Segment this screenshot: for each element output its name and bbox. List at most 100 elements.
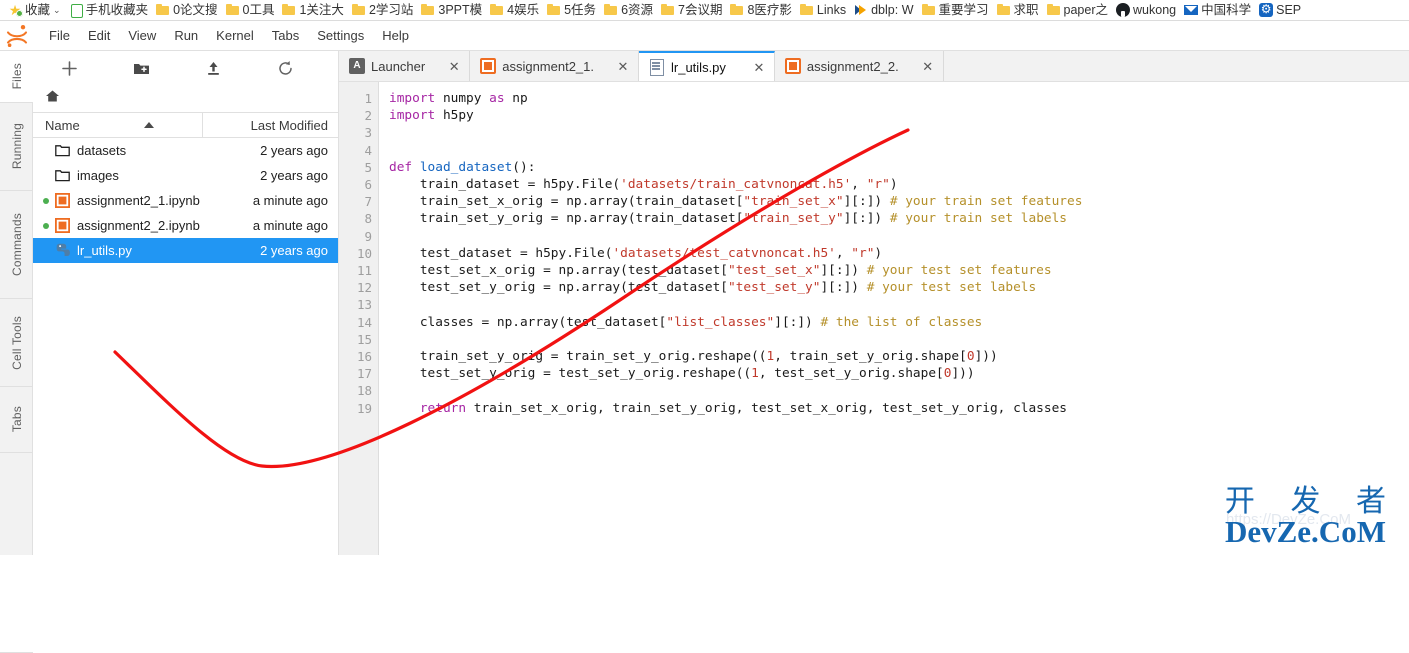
line-number: 18 <box>339 382 372 399</box>
bookmark-item[interactable]: 求职 <box>993 1 1043 20</box>
bookmark-label: 4娱乐 <box>507 1 539 20</box>
folder-icon <box>490 3 504 17</box>
bookmark-item[interactable]: 7会议期 <box>657 1 726 20</box>
menu-view[interactable]: View <box>119 21 165 51</box>
code-line <box>389 382 1409 399</box>
jupyterlab-menu-bar: FileEditViewRunKernelTabsSettingsHelp <box>0 21 1409 51</box>
bookmark-item[interactable]: dblp: W <box>850 1 917 20</box>
launcher-icon <box>349 58 365 74</box>
code-line: train_set_y_orig = np.array(train_datase… <box>389 210 1409 227</box>
home-icon[interactable] <box>45 89 60 108</box>
gear-icon <box>1259 3 1273 17</box>
code-line: train_dataset = h5py.File('datasets/trai… <box>389 176 1409 193</box>
new-folder-icon[interactable] <box>105 53 177 83</box>
column-header-name-label: Name <box>45 113 80 138</box>
code-editor[interactable]: 12345678910111213141516171819 import num… <box>339 82 1409 555</box>
bookmark-item[interactable]: 收藏⌄ <box>4 1 65 20</box>
close-icon[interactable]: ✕ <box>921 60 935 73</box>
bookmark-label: wukong <box>1133 1 1176 20</box>
bookmark-label: paper之 <box>1064 1 1108 20</box>
line-number: 16 <box>339 348 372 365</box>
code-token: "list_classes" <box>666 315 774 330</box>
bookmark-item[interactable]: 2学习站 <box>348 1 417 20</box>
sidebar-tab-files[interactable]: Files <box>0 51 33 103</box>
bookmark-label: 求职 <box>1014 1 1039 20</box>
folder-icon <box>352 3 366 17</box>
bookmark-item[interactable]: 0论文搜 <box>152 1 221 20</box>
code-line: train_set_x_orig = np.array(train_datase… <box>389 193 1409 210</box>
bookmark-item[interactable]: paper之 <box>1043 1 1112 20</box>
code-token: ) <box>874 246 882 261</box>
file-modified: 2 years ago <box>208 168 338 183</box>
sidebar-tab-cell-tools[interactable]: Cell Tools <box>0 299 33 387</box>
folder-icon <box>604 3 618 17</box>
chevron-down-icon[interactable]: ⌄ <box>53 5 61 16</box>
bookmark-item[interactable]: 6资源 <box>600 1 657 20</box>
sort-ascending-icon[interactable] <box>144 122 154 128</box>
bookmark-item[interactable]: SEP <box>1255 1 1305 20</box>
new-launcher-icon[interactable] <box>33 53 105 83</box>
editor-tab[interactable]: assignment2_1.✕ <box>470 51 639 81</box>
bookmark-item[interactable]: 1关注大 <box>278 1 347 20</box>
notebook-icon <box>785 58 801 74</box>
menu-tabs[interactable]: Tabs <box>263 21 308 51</box>
code-line: import h5py <box>389 107 1409 124</box>
bookmark-item[interactable]: 0工具 <box>222 1 279 20</box>
refresh-icon[interactable] <box>249 53 321 83</box>
file-list-item[interactable]: datasets2 years ago <box>33 138 338 163</box>
menu-edit[interactable]: Edit <box>79 21 119 51</box>
breadcrumb[interactable] <box>33 85 338 113</box>
bookmark-item[interactable]: 手机收藏夹 <box>65 1 153 20</box>
bookmark-item[interactable]: 5任务 <box>543 1 600 20</box>
bookmark-item[interactable]: Links <box>796 1 850 20</box>
editor-tab[interactable]: assignment2_2.✕ <box>775 51 944 81</box>
editor-tab[interactable]: lr_utils.py✕ <box>639 51 775 81</box>
menu-run[interactable]: Run <box>165 21 207 51</box>
code-content[interactable]: import numpy as npimport h5py def load_d… <box>389 82 1409 555</box>
file-list-item[interactable]: images2 years ago <box>33 163 338 188</box>
upload-icon[interactable] <box>177 53 249 83</box>
notebook-icon <box>51 218 73 233</box>
menu-help[interactable]: Help <box>373 21 418 51</box>
close-icon[interactable]: ✕ <box>752 61 766 74</box>
code-token: # your test set features <box>867 263 1052 278</box>
close-icon[interactable]: ✕ <box>447 60 461 73</box>
sidebar-tab-tabs[interactable]: Tabs <box>0 387 33 453</box>
close-icon[interactable]: ✕ <box>616 60 630 73</box>
editor-tab[interactable]: Launcher ✕ <box>339 51 470 81</box>
code-token <box>412 160 420 175</box>
line-number: 10 <box>339 245 372 262</box>
bookmark-item[interactable]: 4娱乐 <box>486 1 543 20</box>
folder-icon <box>997 3 1011 17</box>
menu-settings[interactable]: Settings <box>308 21 373 51</box>
line-number: 9 <box>339 228 372 245</box>
github-icon <box>1116 3 1130 17</box>
code-line: import numpy as np <box>389 90 1409 107</box>
code-token: "r" <box>867 177 890 192</box>
bookmark-item[interactable]: wukong <box>1112 1 1180 20</box>
editor-tab-label: Launcher <box>371 59 425 74</box>
column-header-name[interactable]: Name <box>33 113 203 138</box>
bookmark-item[interactable]: 中国科学 <box>1180 1 1255 20</box>
code-token: 0 <box>967 349 975 364</box>
file-name: datasets <box>73 143 208 158</box>
menu-file[interactable]: File <box>40 21 79 51</box>
sidebar-tab-commands[interactable]: Commands <box>0 191 33 299</box>
code-token: , <box>851 177 866 192</box>
sidebar-tab-label: Cell Tools <box>10 316 24 370</box>
column-header-modified[interactable]: Last Modified <box>203 118 338 133</box>
code-token: ])) <box>951 366 974 381</box>
code-token: , <box>836 246 851 261</box>
bookmark-item[interactable]: 3PPT模 <box>417 1 486 20</box>
menu-kernel[interactable]: Kernel <box>207 21 263 51</box>
sidebar-tab-running[interactable]: Running <box>0 103 33 191</box>
file-list-item[interactable]: assignment2_2.ipynba minute ago <box>33 213 338 238</box>
code-token: ][:]) <box>820 263 866 278</box>
bookmark-item[interactable]: 8医疗影 <box>726 1 795 20</box>
bookmark-item[interactable]: 重要学习 <box>918 1 993 20</box>
code-line: test_set_x_orig = np.array(test_dataset[… <box>389 262 1409 279</box>
file-list-item[interactable]: lr_utils.py2 years ago <box>33 238 338 263</box>
code-token: train_set_y_orig = train_set_y_orig.resh… <box>389 349 767 364</box>
sidebar-tab-label: Tabs <box>10 406 24 432</box>
file-list-item[interactable]: assignment2_1.ipynba minute ago <box>33 188 338 213</box>
